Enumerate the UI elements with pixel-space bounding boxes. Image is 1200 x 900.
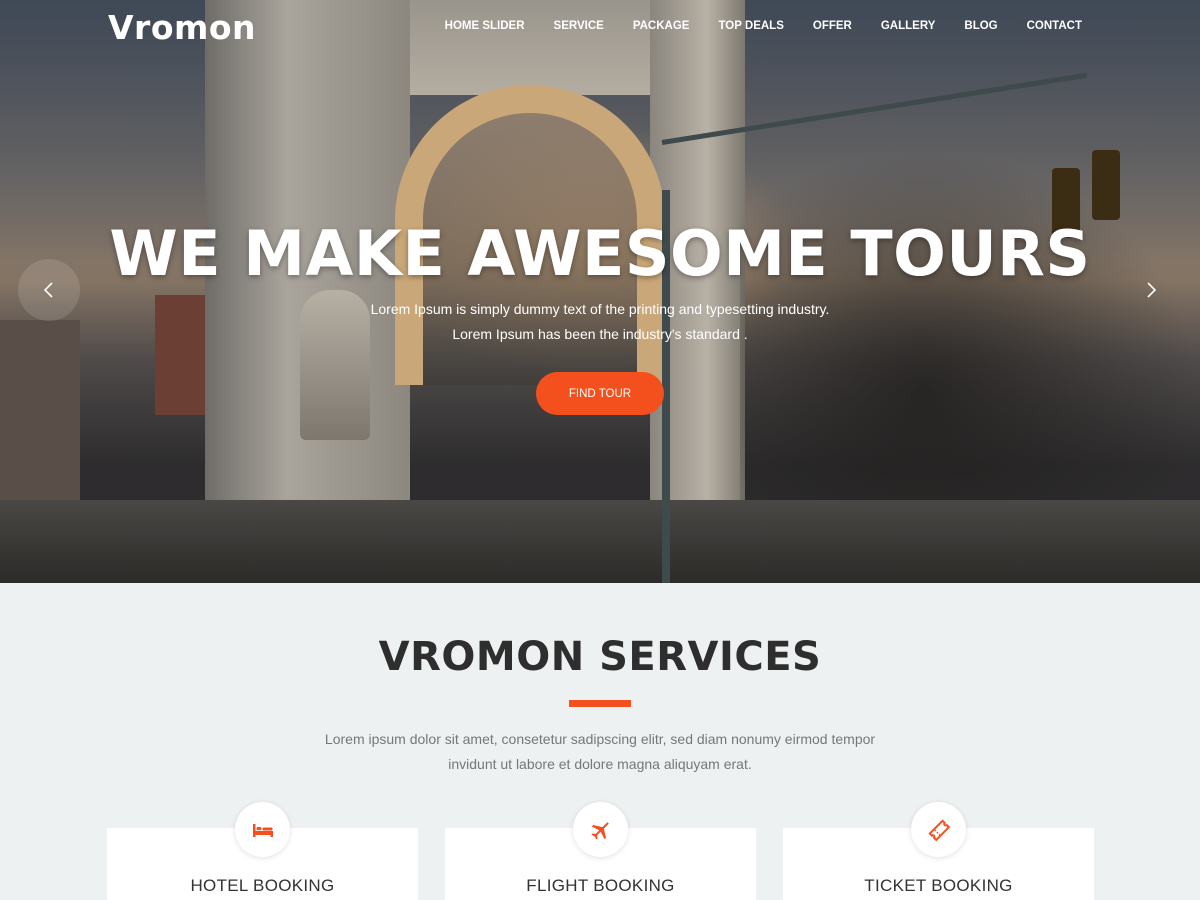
hero-slider: Vromon HOME SLIDER SERVICE PACKAGE TOP D… xyxy=(0,0,1200,583)
hero-overlay: Vromon HOME SLIDER SERVICE PACKAGE TOP D… xyxy=(0,0,1200,583)
service-card-label: TICKET BOOKING xyxy=(864,876,1013,895)
chevron-right-icon xyxy=(1147,282,1157,298)
hero-title: WE MAKE AWESOME TOURS xyxy=(109,217,1091,290)
services-description: Lorem ipsum dolor sit amet, consetetur s… xyxy=(324,731,876,747)
slider-next-button[interactable] xyxy=(1120,259,1182,321)
chevron-left-icon xyxy=(43,282,53,298)
hero-subtitle: Lorem Ipsum is simply dummy text of the … xyxy=(370,301,830,317)
title-divider xyxy=(569,700,631,707)
nav-item-top-deals[interactable]: TOP DEALS xyxy=(718,20,783,32)
service-card-label: HOTEL BOOKING xyxy=(190,876,335,895)
logo[interactable]: Vromon xyxy=(108,8,256,47)
services-description: invidunt ut labore et dolore magna aliqu… xyxy=(448,756,752,772)
nav-item-home-slider[interactable]: HOME SLIDER xyxy=(445,20,525,32)
plane-icon xyxy=(573,802,628,857)
service-card-label: FLIGHT BOOKING xyxy=(526,876,675,895)
nav-item-package[interactable]: PACKAGE xyxy=(633,20,690,32)
nav-item-service[interactable]: SERVICE xyxy=(554,20,604,32)
ticket-icon xyxy=(911,802,966,857)
find-tour-button[interactable]: FIND TOUR xyxy=(536,372,664,415)
slider-prev-button[interactable] xyxy=(18,259,80,321)
nav-item-offer[interactable]: OFFER xyxy=(813,20,852,32)
nav-item-contact[interactable]: CONTACT xyxy=(1027,20,1082,32)
nav-item-gallery[interactable]: GALLERY xyxy=(881,20,936,32)
services-title: VROMON SERVICES xyxy=(378,634,822,680)
main-nav: HOME SLIDER SERVICE PACKAGE TOP DEALS OF… xyxy=(445,20,1082,32)
hero-subtitle: Lorem Ipsum has been the industry's stan… xyxy=(452,326,748,342)
bed-icon xyxy=(235,802,290,857)
nav-item-blog[interactable]: BLOG xyxy=(964,20,997,32)
